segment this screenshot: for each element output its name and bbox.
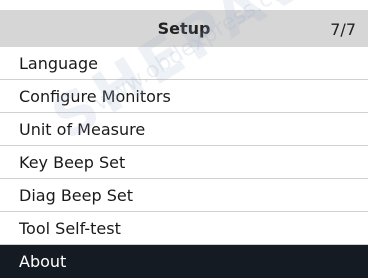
menu-item-about[interactable]: About	[0, 245, 368, 278]
menu-item-tool-self-test[interactable]: Tool Self-test	[0, 212, 368, 245]
header-bar: Setup 7/7	[0, 10, 368, 47]
setup-menu: Language Configure Monitors Unit of Meas…	[0, 47, 368, 278]
menu-item-diag-beep-set[interactable]: Diag Beep Set	[0, 179, 368, 212]
menu-item-unit-of-measure[interactable]: Unit of Measure	[0, 113, 368, 146]
page-title: Setup	[157, 19, 211, 38]
menu-item-language[interactable]: Language	[0, 47, 368, 80]
menu-item-key-beep-set[interactable]: Key Beep Set	[0, 146, 368, 179]
page-indicator: 7/7	[330, 20, 356, 39]
menu-item-configure-monitors[interactable]: Configure Monitors	[0, 80, 368, 113]
setup-screen: Setup 7/7 Language Configure Monitors Un…	[0, 0, 368, 280]
